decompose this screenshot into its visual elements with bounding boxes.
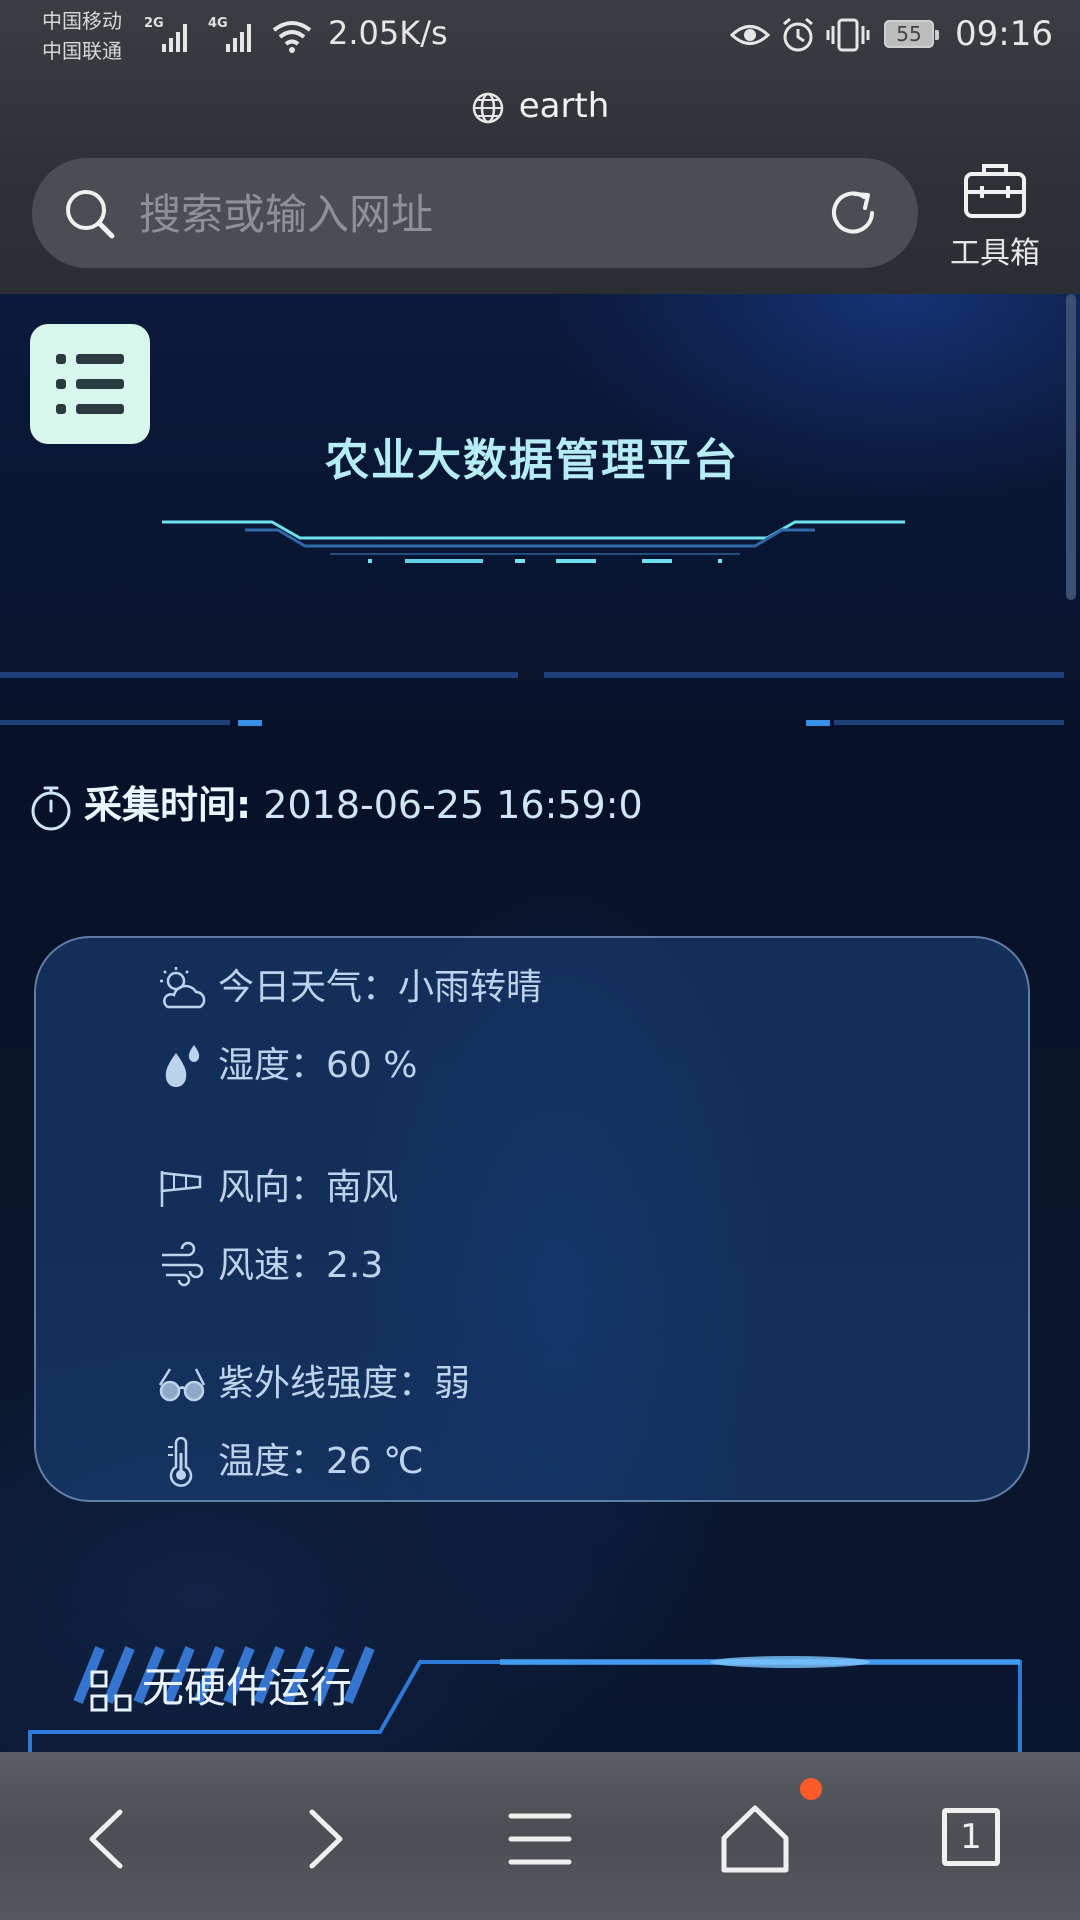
page-title: 农业大数据管理平台	[325, 435, 739, 486]
globe-icon	[472, 92, 503, 123]
hardware-status-text: 无硬件运行	[142, 1663, 353, 1712]
page-scrollbar[interactable]	[1066, 294, 1076, 600]
battery-icon: 55	[884, 20, 939, 48]
status-bar: 中国移动 中国联通 2G 4G 2.05K/s 55 09:16	[0, 0, 1080, 76]
network-2g-label: 2G	[144, 16, 164, 31]
temperature-label: 温度：	[218, 1441, 327, 1482]
uv-label: 紫外线强度：	[218, 1363, 435, 1404]
carrier-1: 中国移动	[42, 9, 122, 33]
address-bar[interactable]	[32, 158, 918, 268]
home-button[interactable]	[710, 1794, 800, 1884]
water-drop-icon	[165, 1045, 200, 1087]
eye-comfort-icon	[730, 25, 770, 45]
uv-row: 紫外线强度：弱	[156, 1354, 470, 1411]
temperature-row: 温度：26 ℃	[156, 1432, 424, 1489]
weather-today-value: 小雨转晴	[398, 967, 543, 1008]
humidity-row: 湿度：60 %	[156, 1036, 417, 1093]
collect-time: 采集时间: 2018-06-25 16:59:0	[28, 774, 643, 833]
collect-time-label: 采集时间:	[84, 783, 252, 827]
divider-lower-left	[0, 720, 230, 725]
divider-lower-right	[834, 720, 1064, 725]
wind-icon	[162, 1241, 204, 1287]
back-button[interactable]	[62, 1794, 152, 1884]
humidity-label: 湿度：	[218, 1045, 327, 1086]
browser-chrome: 中国移动 中国联通 2G 4G 2.05K/s 55 09:16 earth 搜…	[0, 0, 1080, 294]
divider-right	[544, 672, 1064, 678]
wifi-icon	[272, 21, 312, 53]
windsock-icon	[160, 1171, 202, 1207]
stopwatch-icon	[31, 786, 71, 830]
refresh-icon[interactable]	[824, 184, 882, 242]
temperature-value: 26 ℃	[326, 1441, 424, 1482]
toolbox-icon	[964, 164, 1026, 218]
thermometer-icon	[168, 1436, 193, 1487]
network-4g-label: 4G	[208, 16, 228, 31]
net-speed: 2.05K/s	[328, 14, 448, 52]
browser-bottom-nav: 1	[0, 1752, 1080, 1920]
grid-icon	[90, 1670, 132, 1711]
toolbox-button[interactable]: 工具箱	[940, 158, 1050, 272]
menu-icon	[56, 354, 66, 364]
alarm-icon	[783, 17, 813, 52]
tabs-button[interactable]: 1	[928, 1794, 1018, 1884]
wind-direction-row: 风向：南风	[156, 1158, 398, 1215]
web-page: 农业大数据管理平台 采集时间: 2018-06-25 16:59:0 今日天气：…	[0, 294, 1080, 1752]
title-ornament	[162, 520, 905, 563]
carrier-labels: 中国移动 中国联通	[42, 6, 122, 66]
weather-today-label: 今日天气：	[218, 967, 399, 1008]
status-time: 09:16	[955, 14, 1053, 54]
menu-lines-button[interactable]	[495, 1794, 585, 1884]
weather-today-row: 今日天气：小雨转晴	[156, 958, 542, 1013]
notification-dot	[800, 1778, 822, 1800]
address-input[interactable]	[137, 178, 821, 250]
page-domain-title: earth	[0, 86, 1080, 126]
wind-direction-value: 南风	[326, 1167, 399, 1208]
sunglasses-icon	[158, 1368, 206, 1402]
signal-4g-icon: 4G	[208, 16, 258, 56]
hardware-panel: 无硬件运行	[0, 1584, 1080, 1752]
wind-speed-label: 风速：	[218, 1245, 327, 1286]
toolbox-label: 工具箱	[950, 236, 1040, 271]
wind-direction-label: 风向：	[218, 1167, 327, 1208]
vibrate-icon	[826, 18, 870, 52]
humidity-value: 60 %	[326, 1045, 418, 1086]
divider-left	[0, 672, 518, 678]
signal-2g-icon: 2G	[144, 16, 194, 56]
wind-speed-value: 2.3	[326, 1245, 384, 1286]
carrier-2: 中国联通	[42, 39, 122, 63]
hardware-status: 无硬件运行	[88, 1654, 352, 1715]
collect-time-value: 2018-06-25 16:59:0	[263, 783, 643, 827]
divider-accent-right	[806, 720, 830, 726]
divider-accent-left	[238, 720, 262, 726]
uv-value: 弱	[434, 1363, 471, 1404]
domain-text: earth	[518, 86, 610, 126]
tab-count: 1	[942, 1808, 1000, 1866]
search-icon	[66, 190, 115, 239]
wind-speed-row: 风速：2.3	[156, 1236, 383, 1293]
forward-button[interactable]	[280, 1794, 370, 1884]
weather-card: 今日天气：小雨转晴 湿度：60 % 风向：南风 风速：2.3 紫外线强度：弱 温…	[34, 936, 1030, 1502]
partly-cloudy-icon	[160, 967, 206, 1009]
